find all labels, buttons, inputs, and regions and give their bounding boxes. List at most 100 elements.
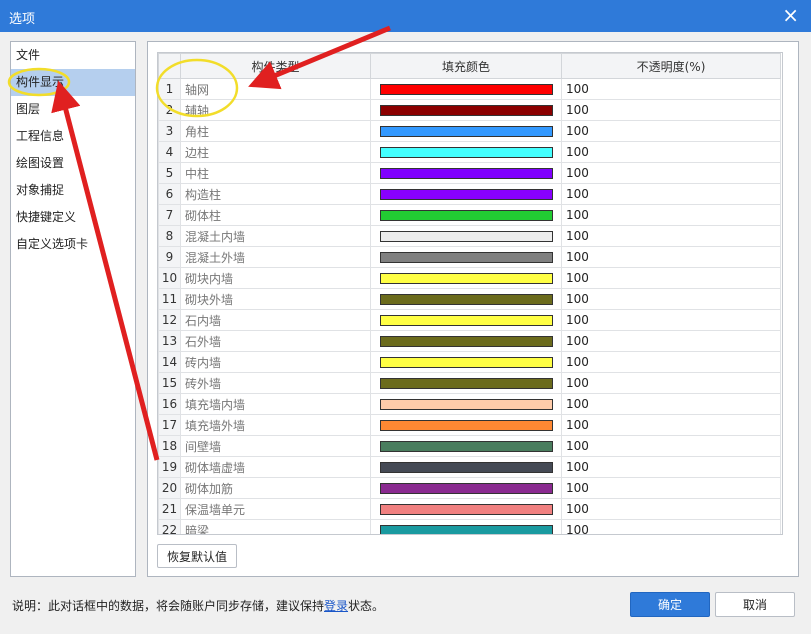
table-row[interactable]: 15 砖外墙 100 bbox=[158, 372, 781, 394]
table-row[interactable]: 13 石外墙 100 bbox=[158, 330, 781, 352]
opacity-cell[interactable]: 100 bbox=[561, 393, 781, 415]
table-row[interactable]: 14 砖内墙 100 bbox=[158, 351, 781, 373]
table-row[interactable]: 5 中柱 100 bbox=[158, 162, 781, 184]
opacity-cell[interactable]: 100 bbox=[561, 330, 781, 352]
fill-color-cell[interactable] bbox=[370, 267, 562, 289]
close-icon[interactable]: × bbox=[782, 4, 799, 26]
column-header-fill-color[interactable]: 填充颜色 bbox=[370, 53, 562, 79]
login-link[interactable]: 登录 bbox=[324, 599, 348, 613]
fill-color-cell[interactable] bbox=[370, 456, 562, 478]
cancel-button[interactable]: 取消 bbox=[715, 592, 795, 617]
table-row[interactable]: 19 砌体墙虚墙 100 bbox=[158, 456, 781, 478]
color-swatch[interactable] bbox=[379, 504, 553, 515]
color-swatch[interactable] bbox=[379, 483, 553, 494]
table-row[interactable]: 16 填充墙内墙 100 bbox=[158, 393, 781, 415]
color-swatch[interactable] bbox=[379, 168, 553, 179]
table-row[interactable]: 9 混凝土外墙 100 bbox=[158, 246, 781, 268]
sidebar-item-6[interactable]: 快捷键定义 bbox=[11, 204, 135, 231]
opacity-cell[interactable]: 100 bbox=[561, 204, 781, 226]
fill-color-cell[interactable] bbox=[370, 204, 562, 226]
table-row[interactable]: 11 砌块外墙 100 bbox=[158, 288, 781, 310]
fill-color-cell[interactable] bbox=[370, 372, 562, 394]
fill-color-cell[interactable] bbox=[370, 120, 562, 142]
fill-color-cell[interactable] bbox=[370, 78, 562, 100]
color-swatch[interactable] bbox=[379, 336, 553, 347]
fill-color-cell[interactable] bbox=[370, 351, 562, 373]
color-swatch[interactable] bbox=[379, 252, 553, 263]
sidebar-item-4[interactable]: 绘图设置 bbox=[11, 150, 135, 177]
fill-color-cell[interactable] bbox=[370, 414, 562, 436]
sidebar-item-5[interactable]: 对象捕捉 bbox=[11, 177, 135, 204]
opacity-cell[interactable]: 100 bbox=[561, 120, 781, 142]
color-swatch[interactable] bbox=[379, 105, 553, 116]
color-swatch[interactable] bbox=[379, 126, 553, 137]
opacity-cell[interactable]: 100 bbox=[561, 162, 781, 184]
table-row[interactable]: 12 石内墙 100 bbox=[158, 309, 781, 331]
color-swatch[interactable] bbox=[379, 525, 553, 534]
table-row[interactable]: 20 砌体加筋 100 bbox=[158, 477, 781, 499]
color-swatch[interactable] bbox=[379, 378, 553, 389]
color-swatch[interactable] bbox=[379, 84, 553, 95]
color-swatch[interactable] bbox=[379, 189, 553, 200]
fill-color-cell[interactable] bbox=[370, 330, 562, 352]
opacity-cell[interactable]: 100 bbox=[561, 414, 781, 436]
column-header-type[interactable]: 构件类型 bbox=[180, 53, 371, 79]
table-row[interactable]: 18 间壁墙 100 bbox=[158, 435, 781, 457]
sidebar-item-1[interactable]: 构件显示 bbox=[11, 69, 135, 96]
table-row[interactable]: 7 砌体柱 100 bbox=[158, 204, 781, 226]
opacity-cell[interactable]: 100 bbox=[561, 183, 781, 205]
fill-color-cell[interactable] bbox=[370, 141, 562, 163]
fill-color-cell[interactable] bbox=[370, 246, 562, 268]
color-swatch[interactable] bbox=[379, 441, 553, 452]
opacity-cell[interactable]: 100 bbox=[561, 477, 781, 499]
opacity-cell[interactable]: 100 bbox=[561, 309, 781, 331]
fill-color-cell[interactable] bbox=[370, 435, 562, 457]
fill-color-cell[interactable] bbox=[370, 309, 562, 331]
fill-color-cell[interactable] bbox=[370, 99, 562, 121]
table-row[interactable]: 10 砌块内墙 100 bbox=[158, 267, 781, 289]
opacity-cell[interactable]: 100 bbox=[561, 351, 781, 373]
opacity-cell[interactable]: 100 bbox=[561, 225, 781, 247]
table-row[interactable]: 1 轴网 100 bbox=[158, 78, 781, 100]
table-row[interactable]: 6 构造柱 100 bbox=[158, 183, 781, 205]
opacity-cell[interactable]: 100 bbox=[561, 372, 781, 394]
color-swatch[interactable] bbox=[379, 315, 553, 326]
fill-color-cell[interactable] bbox=[370, 225, 562, 247]
opacity-cell[interactable]: 100 bbox=[561, 267, 781, 289]
opacity-cell[interactable]: 100 bbox=[561, 498, 781, 520]
opacity-cell[interactable]: 100 bbox=[561, 141, 781, 163]
opacity-cell[interactable]: 100 bbox=[561, 99, 781, 121]
color-swatch[interactable] bbox=[379, 231, 553, 242]
color-swatch[interactable] bbox=[379, 357, 553, 368]
fill-color-cell[interactable] bbox=[370, 519, 562, 534]
table-row[interactable]: 4 边柱 100 bbox=[158, 141, 781, 163]
restore-defaults-button[interactable]: 恢复默认值 bbox=[157, 544, 237, 568]
color-swatch[interactable] bbox=[379, 210, 553, 221]
color-swatch[interactable] bbox=[379, 294, 553, 305]
fill-color-cell[interactable] bbox=[370, 183, 562, 205]
table-row[interactable]: 8 混凝土内墙 100 bbox=[158, 225, 781, 247]
table-row[interactable]: 3 角柱 100 bbox=[158, 120, 781, 142]
opacity-cell[interactable]: 100 bbox=[561, 78, 781, 100]
color-swatch[interactable] bbox=[379, 462, 553, 473]
fill-color-cell[interactable] bbox=[370, 288, 562, 310]
opacity-cell[interactable]: 100 bbox=[561, 288, 781, 310]
sidebar-item-0[interactable]: 文件 bbox=[11, 42, 135, 69]
color-swatch[interactable] bbox=[379, 273, 553, 284]
opacity-cell[interactable]: 100 bbox=[561, 246, 781, 268]
table-row[interactable]: 22 暗梁 100 bbox=[158, 519, 781, 534]
color-swatch[interactable] bbox=[379, 147, 553, 158]
ok-button[interactable]: 确定 bbox=[630, 592, 710, 617]
fill-color-cell[interactable] bbox=[370, 477, 562, 499]
opacity-cell[interactable]: 100 bbox=[561, 456, 781, 478]
sidebar-item-3[interactable]: 工程信息 bbox=[11, 123, 135, 150]
table-row[interactable]: 2 辅轴 100 bbox=[158, 99, 781, 121]
sidebar-item-2[interactable]: 图层 bbox=[11, 96, 135, 123]
opacity-cell[interactable]: 100 bbox=[561, 519, 781, 534]
column-header-opacity[interactable]: 不透明度(%) bbox=[561, 53, 781, 79]
color-swatch[interactable] bbox=[379, 399, 553, 410]
table-row[interactable]: 21 保温墙单元 100 bbox=[158, 498, 781, 520]
color-swatch[interactable] bbox=[379, 420, 553, 431]
table-row[interactable]: 17 填充墙外墙 100 bbox=[158, 414, 781, 436]
sidebar-item-7[interactable]: 自定义选项卡 bbox=[11, 231, 135, 258]
